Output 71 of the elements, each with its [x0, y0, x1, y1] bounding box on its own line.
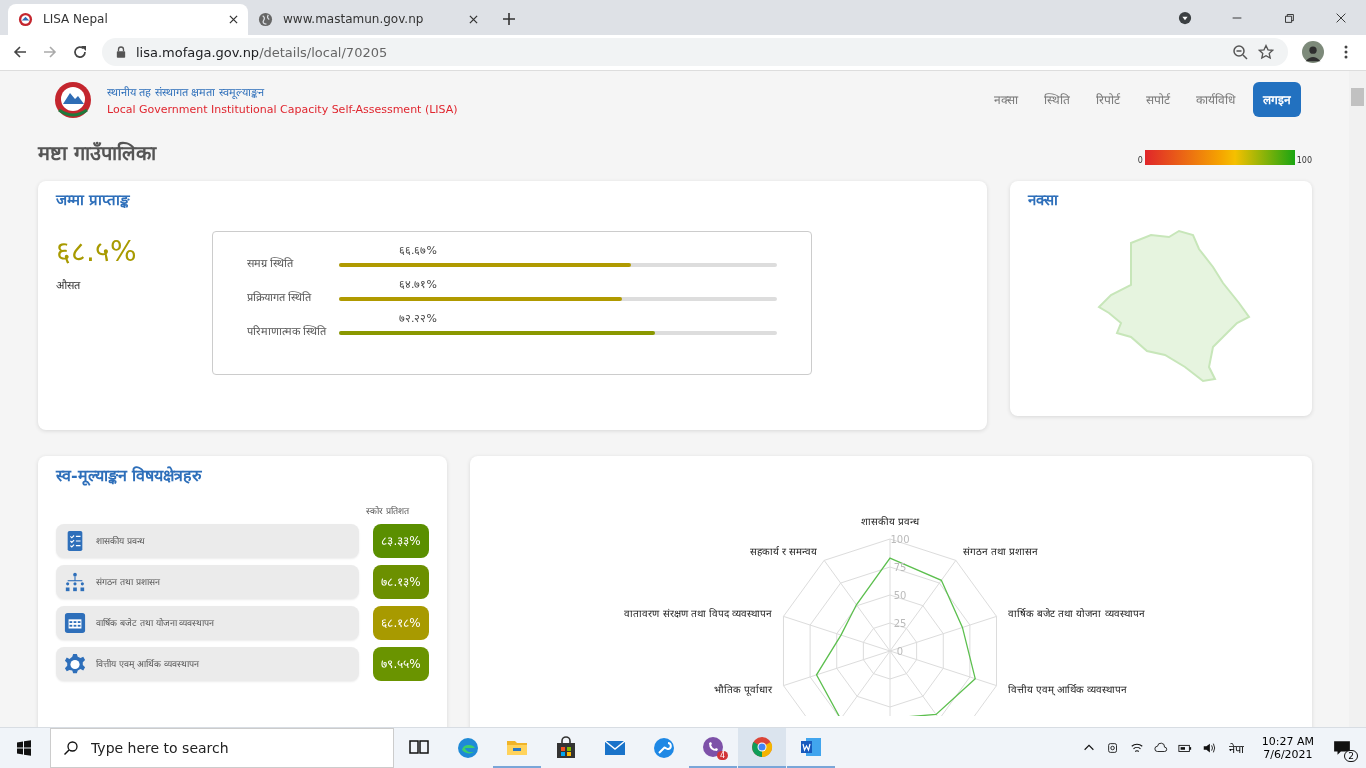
score-pill: ६८.१८% — [373, 605, 429, 640]
card-title: नक्सा — [1028, 189, 1060, 209]
nav-link[interactable]: स्थिति — [1036, 85, 1078, 115]
login-button[interactable]: लगइन — [1253, 82, 1301, 118]
axis-label: भौतिक पूर्वाधार — [713, 684, 773, 696]
windows-icon[interactable] — [16, 740, 32, 756]
column-header: स्कोर प्रतिशत — [366, 504, 409, 517]
site-title: स्थानीय तह संस्थागत क्षमता स्वमूल्याङ्कन — [107, 84, 266, 99]
axis-label: संगठन तथा प्रशासन — [962, 545, 1039, 557]
card-title: स्व-मूल्याङ्कन विषयक्षेत्रहरु — [56, 464, 204, 486]
axis-label: वातावरण संरक्षण तथा विपद व्यवस्थापन — [624, 607, 773, 619]
clock[interactable]: 10:27 AM 7/6/2021 — [1261, 735, 1314, 761]
score-pill: ८३.३३% — [373, 523, 429, 558]
axis-label: शासकीय प्रवन्ध — [860, 515, 920, 527]
average-label: औसत — [56, 277, 82, 292]
search-field[interactable]: Type here to search — [50, 728, 394, 768]
browser-tab[interactable]: LISA Nepal — [8, 3, 248, 35]
lock-icon — [116, 46, 126, 59]
bar-value: ६४.७१% — [399, 276, 438, 291]
bar-label: प्रक्रियागत स्थिति — [247, 289, 313, 304]
area-item[interactable]: शासकीय प्रवन्ध — [56, 523, 359, 558]
zoom-out-icon[interactable] — [1232, 44, 1248, 61]
search-icon — [63, 740, 79, 756]
calendar-icon — [64, 611, 86, 634]
globe-icon — [258, 11, 273, 27]
nav-link[interactable]: सपोर्ट — [1138, 85, 1178, 115]
browser-tab[interactable]: www.mastamun.gov.np — [248, 3, 488, 35]
legend-min: 0 — [1137, 155, 1143, 165]
tick-label: 0 — [896, 645, 904, 657]
volume-icon[interactable] — [1201, 741, 1216, 755]
gear-icon — [64, 652, 86, 675]
tick-label: 50 — [893, 589, 907, 601]
org-chart-icon — [64, 570, 86, 593]
card-title: जम्मा प्राप्ताङ्क — [56, 189, 132, 209]
wifi-icon[interactable] — [1129, 741, 1144, 755]
reload-icon[interactable] — [72, 44, 88, 61]
close-icon[interactable] — [229, 14, 238, 24]
bar-label: परिमाणात्मक स्थिति — [247, 323, 328, 338]
score-pill: ७८.१३% — [373, 564, 429, 599]
tick-label: 100 — [890, 533, 910, 545]
area-item[interactable]: वित्तीय एवम् आर्थिक व्यवस्थापन — [56, 646, 359, 681]
axis-label: सहकार्य र समन्वय — [749, 545, 818, 557]
nav-link[interactable]: रिपोर्ट — [1088, 85, 1128, 115]
bar-value: ६६.६७% — [399, 242, 438, 257]
page-title: मष्टा गाउँपालिका — [38, 139, 156, 166]
nav-link[interactable]: कार्यविधि — [1188, 85, 1243, 115]
new-tab-icon[interactable] — [502, 11, 516, 26]
bar-value: ७२.२२% — [399, 310, 438, 325]
axis-label: वित्तीय एवम् आर्थिक व्यवस्थापन — [1007, 684, 1128, 696]
star-icon[interactable] — [1258, 44, 1274, 61]
avatar-icon[interactable] — [1302, 41, 1324, 64]
search-input[interactable]: Type here to search — [89, 739, 373, 757]
tick-label: 25 — [893, 617, 907, 629]
cloud-icon[interactable] — [1153, 741, 1168, 755]
average-score: ६८.५% — [56, 233, 138, 269]
tick-label: 75 — [893, 561, 907, 573]
close-icon[interactable] — [469, 14, 478, 24]
site-subtitle: Local Government Institutional Capacity Self-Assessment (LISA) — [107, 102, 458, 116]
area-item[interactable]: वार्षिक बजेट तथा योजना व्यवस्थापन — [56, 605, 359, 640]
chrome-icon[interactable] — [738, 728, 786, 768]
scrollbar[interactable] — [1349, 70, 1366, 727]
legend-max: 100 — [1296, 155, 1312, 165]
axis-label: वार्षिक बजेट तथा योजना व्यवस्थापन — [1007, 607, 1145, 619]
nav-link[interactable]: नक्सा — [986, 85, 1026, 115]
emblem-icon — [18, 11, 33, 27]
bar-label: समग्र स्थिति — [247, 255, 295, 270]
language-indicator[interactable]: नेपा — [1228, 740, 1244, 756]
address-bar[interactable]: lisa.mofaga.gov.np/details/local/70205 — [102, 38, 1288, 67]
score-pill: ७९.५५% — [373, 646, 429, 681]
area-item[interactable]: संगठन तथा प्रशासन — [56, 564, 359, 599]
dropdown-icon[interactable] — [1178, 10, 1192, 25]
